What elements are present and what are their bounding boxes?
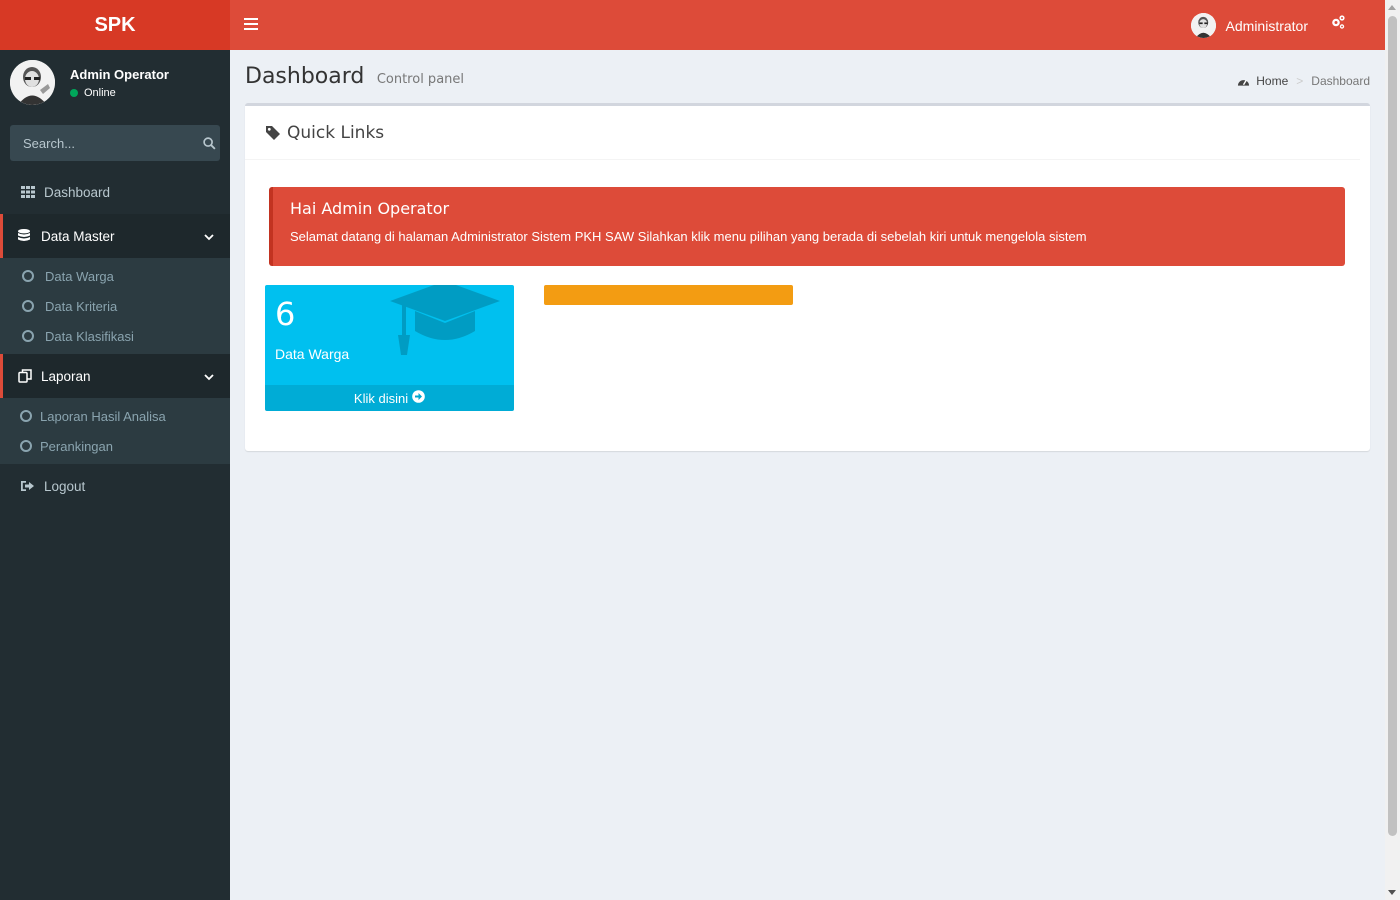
circle-icon — [20, 410, 32, 422]
copy-icon — [18, 369, 34, 383]
sidebar-item-label: Dashboard — [44, 184, 111, 200]
breadcrumb-separator: > — [1296, 74, 1304, 88]
search-input[interactable] — [10, 125, 199, 161]
welcome-alert: Hai Admin Operator Selamat datang di hal… — [269, 187, 1345, 266]
box-title: Quick Links — [287, 122, 385, 143]
dashboard-icon — [1238, 79, 1250, 86]
breadcrumb-current: Dashboard — [1311, 74, 1370, 88]
stat-label: Data Warga — [275, 346, 350, 362]
sidebar-item-label: Data Klasifikasi — [45, 328, 134, 344]
warning-stat-bar — [544, 285, 793, 305]
sidebar-item-label: Data Kriteria — [45, 298, 118, 314]
laporan-submenu: Laporan Hasil Analisa Perankingan — [0, 398, 230, 464]
search-button[interactable] — [199, 125, 220, 161]
page-scrollbar[interactable] — [1385, 0, 1400, 900]
chevron-down-icon — [204, 229, 214, 244]
stat-box-data-warga: 6 Data Warga Klik disini — [265, 285, 514, 411]
box-header: Quick Links — [245, 106, 1360, 160]
header-user-name: Administrator — [1225, 17, 1308, 34]
data-master-submenu: Data Warga Data Kriteria Data Klasifikas… — [0, 258, 230, 354]
alert-title: Hai Admin Operator — [290, 199, 450, 218]
sidebar-item-data-master[interactable]: Data Master — [0, 214, 230, 258]
scroll-down-icon[interactable] — [1388, 890, 1396, 895]
breadcrumb: Home > Dashboard — [1237, 74, 1370, 88]
chevron-down-icon — [204, 369, 214, 384]
gears-icon[interactable] — [1330, 14, 1346, 35]
sidebar-item-label: Laporan — [41, 368, 91, 384]
sidebar-item-label: Perankingan — [40, 438, 113, 454]
page-subtitle: Control panel — [376, 72, 465, 87]
page-title: Dashboard — [245, 64, 365, 89]
graduation-cap-icon — [385, 285, 505, 374]
quick-links-box: Quick Links Hai Admin Operator Selamat d… — [245, 103, 1370, 451]
sidebar-item-logout[interactable]: Logout — [0, 464, 230, 508]
breadcrumb-home-label: Home — [1256, 74, 1289, 88]
user-panel: Admin Operator Online — [0, 50, 230, 115]
scroll-up-icon[interactable] — [1388, 5, 1396, 10]
sidebar-search — [10, 125, 220, 161]
sidebar-item-data-warga[interactable]: Data Warga — [0, 261, 230, 291]
user-status-label: Online — [84, 86, 116, 99]
database-icon — [18, 229, 34, 243]
user-avatar — [10, 60, 55, 105]
sidebar-item-laporan-hasil-analisa[interactable]: Laporan Hasil Analisa — [0, 401, 230, 431]
search-icon — [203, 136, 216, 150]
circle-icon — [22, 300, 34, 312]
user-menu[interactable]: Administrator — [1190, 13, 1308, 38]
sidebar-item-perankingan[interactable]: Perankingan — [0, 431, 230, 461]
sidebar-toggle-icon[interactable] — [244, 18, 258, 30]
sign-out-icon — [21, 480, 37, 492]
sidebar-item-label: Data Warga — [45, 268, 114, 284]
user-name: Admin Operator — [70, 66, 169, 82]
sidebar-item-laporan[interactable]: Laporan — [0, 354, 230, 398]
sidebar-menu: Dashboard Data Master Data Warga Data Kr… — [0, 170, 230, 508]
grid-icon — [21, 186, 37, 198]
scroll-thumb[interactable] — [1388, 16, 1397, 836]
sidebar-item-label: Data Master — [41, 228, 115, 244]
content-header: Dashboard Control panel — [245, 64, 464, 89]
online-status-icon — [70, 88, 78, 97]
alert-text: Selamat datang di halaman Administrator … — [290, 229, 1087, 244]
top-navbar: Administrator << — [230, 0, 1400, 50]
header-avatar — [1190, 13, 1216, 38]
sidebar-item-data-kriteria[interactable]: Data Kriteria — [0, 291, 230, 321]
stat-footer-link[interactable]: Klik disini — [265, 385, 514, 411]
arrow-circle-right-icon — [412, 390, 425, 406]
app-logo[interactable]: SPK — [0, 0, 230, 50]
user-status: Online — [70, 87, 169, 99]
circle-icon — [20, 440, 32, 452]
sidebar-item-label: Laporan Hasil Analisa — [40, 408, 166, 424]
stat-footer-label: Klik disini — [353, 390, 409, 406]
stat-count: 6 — [275, 295, 296, 333]
circle-icon — [22, 270, 34, 282]
sidebar-item-label: Logout — [44, 478, 86, 494]
sidebar-item-dashboard[interactable]: Dashboard — [0, 170, 230, 214]
circle-icon — [22, 330, 34, 342]
sidebar-item-data-klasifikasi[interactable]: Data Klasifikasi — [0, 321, 230, 351]
tag-icon — [266, 125, 280, 140]
sidebar: SPK Admin Operator Online Search... Dash… — [0, 0, 230, 900]
breadcrumb-home[interactable]: Home — [1237, 74, 1288, 88]
